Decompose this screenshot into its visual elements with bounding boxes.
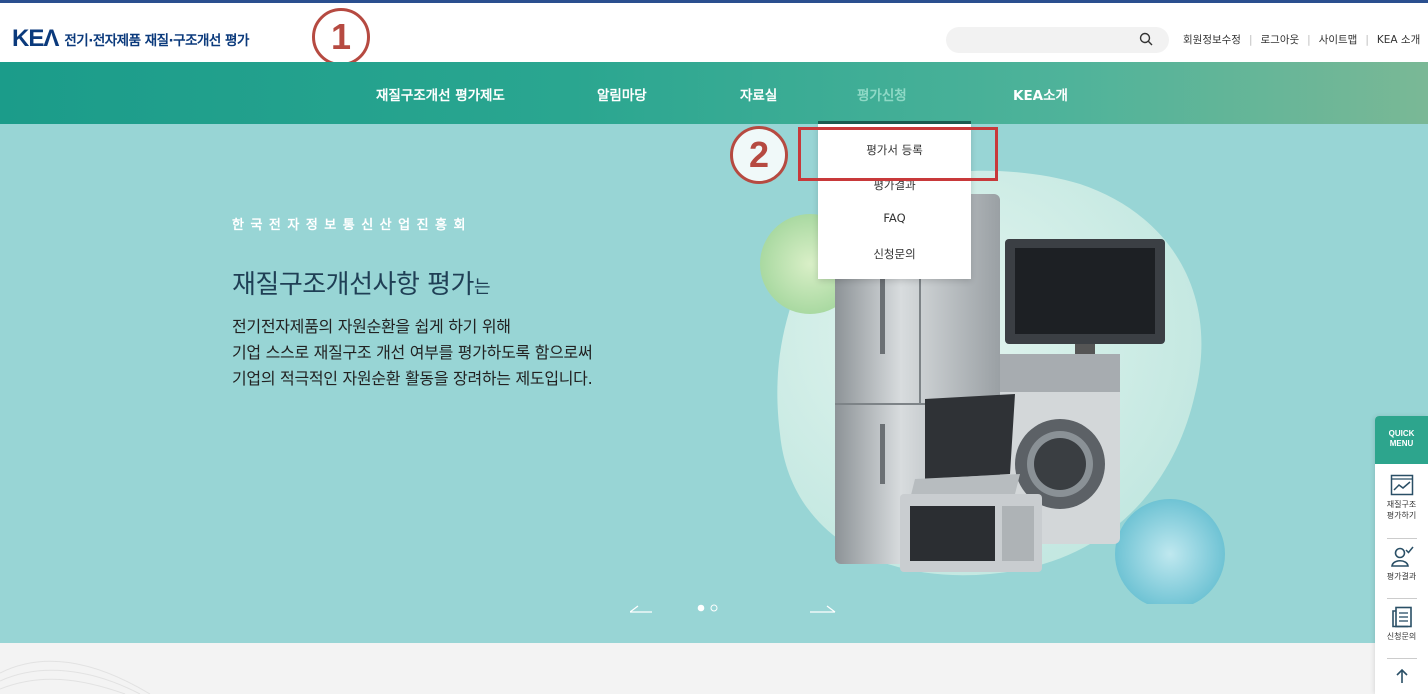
search-input[interactable] bbox=[946, 27, 1169, 53]
quick-item-results[interactable]: 평가결과 bbox=[1375, 546, 1428, 582]
quick-item-label: 재질구조 bbox=[1386, 500, 1417, 509]
kea-intro-link[interactable]: KEA 소개 bbox=[1377, 32, 1420, 47]
document-icon bbox=[1391, 606, 1412, 628]
divider bbox=[1387, 538, 1417, 539]
utility-links: 회원정보수정 | 로그아웃 | 사이트맵 | KEA 소개 bbox=[1183, 32, 1420, 47]
submenu-item-faq[interactable]: FAQ bbox=[818, 211, 971, 225]
annotation-badge-2: 2 bbox=[730, 126, 788, 184]
hero-title-main: 재질구조개선사항 평가 bbox=[232, 270, 474, 300]
kea-logo-mark: KEΛ bbox=[12, 25, 59, 52]
arrow-up-icon bbox=[1395, 668, 1408, 683]
nav-item-resources[interactable]: 자료실 bbox=[740, 84, 777, 104]
quick-menu-title: MENU bbox=[1389, 439, 1414, 448]
laptop bbox=[925, 394, 1015, 479]
hero-desc-line: 전기전자제품의 자원순환을 쉽게 하기 위해 bbox=[232, 317, 511, 336]
hero-subtitle: 한국전자정보통신산업진흥회 bbox=[232, 218, 472, 233]
divider: | bbox=[1248, 33, 1253, 46]
nav-item-notices[interactable]: 알림마당 bbox=[597, 84, 647, 104]
sitemap-link[interactable]: 사이트맵 bbox=[1319, 32, 1358, 47]
top-bar: KEΛ 전기·전자제품 재질·구조개선 평가 회원정보수정 | 로그아웃 | 사… bbox=[0, 0, 1428, 62]
submenu-item-inquiry[interactable]: 신청문의 bbox=[818, 246, 971, 262]
quick-menu-header: QUICK MENU bbox=[1375, 416, 1428, 464]
nav-item-kea-intro[interactable]: KEA소개 bbox=[1013, 84, 1068, 104]
annotation-highlight-box bbox=[798, 127, 998, 181]
annotation-badge-1: 1 bbox=[312, 8, 370, 66]
content-section bbox=[0, 643, 1428, 694]
search-icon[interactable] bbox=[1139, 32, 1153, 46]
hero-description: 전기전자제품의 자원순환을 쉽게 하기 위해 기업 스스로 재질구조 개선 여부… bbox=[232, 314, 593, 392]
divider bbox=[1387, 598, 1417, 599]
decorative-lines bbox=[0, 660, 151, 694]
main-nav: 재질구조개선 평가제도 알림마당 자료실 평가신청 KEA소개 bbox=[0, 62, 1428, 124]
divider bbox=[1387, 658, 1417, 659]
hero-desc-line: 기업의 적극적인 자원순환 활동을 장려하는 제도입니다. bbox=[232, 369, 593, 388]
quick-item-label: 평가결과 bbox=[1386, 572, 1417, 581]
divider: | bbox=[1307, 33, 1311, 46]
hero-title-suffix: 는 bbox=[473, 277, 491, 298]
quick-item-label: 신청문의 bbox=[1386, 632, 1417, 641]
slide-dot-2[interactable] bbox=[710, 604, 718, 612]
nav-item-evaluation-system[interactable]: 재질구조개선 평가제도 bbox=[376, 84, 505, 104]
divider: | bbox=[1365, 33, 1369, 46]
blue-blob bbox=[1115, 499, 1225, 604]
user-check-icon bbox=[1390, 546, 1414, 567]
quick-menu: QUICK MENU 재질구조 평가하기 평가결과 신청문의 bbox=[1375, 416, 1428, 694]
hero-banner: 한국전자정보통신산업진흥회 재질구조개선사항 평가는 전기전자제품의 자원순환을… bbox=[0, 124, 1428, 643]
quick-menu-title: QUICK bbox=[1388, 429, 1415, 438]
logout-link[interactable]: 로그아웃 bbox=[1261, 32, 1300, 47]
nav-item-apply[interactable]: 평가신청 bbox=[857, 84, 907, 104]
chart-icon bbox=[1390, 474, 1413, 496]
hero-desc-line: 기업 스스로 재질구조 개선 여부를 평가하도록 함으로써 bbox=[232, 343, 593, 362]
hero-title: 재질구조개선사항 평가는 bbox=[232, 264, 491, 301]
scroll-top-button[interactable] bbox=[1375, 668, 1428, 687]
site-logo[interactable]: KEΛ 전기·전자제품 재질·구조개선 평가 bbox=[12, 27, 249, 51]
slide-dot-1[interactable] bbox=[697, 604, 705, 612]
slider-controls bbox=[630, 604, 836, 613]
quick-item-evaluate[interactable]: 재질구조 평가하기 bbox=[1375, 474, 1428, 521]
quick-item-label: 평가하기 bbox=[1386, 511, 1417, 520]
edit-profile-link[interactable]: 회원정보수정 bbox=[1183, 32, 1241, 47]
quick-item-inquiry[interactable]: 신청문의 bbox=[1375, 606, 1428, 642]
site-title: 전기·전자제품 재질·구조개선 평가 bbox=[64, 33, 249, 49]
